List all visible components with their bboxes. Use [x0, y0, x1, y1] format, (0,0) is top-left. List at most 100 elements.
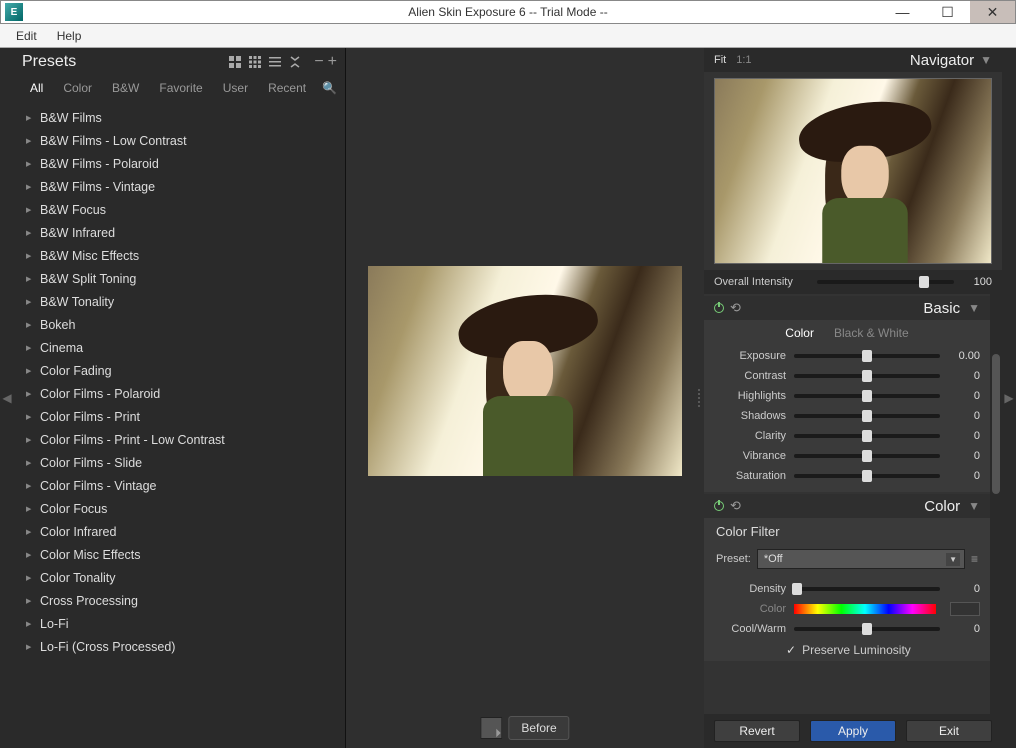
preview-image[interactable] — [368, 266, 682, 476]
chevron-down-icon[interactable]: ▼ — [968, 301, 980, 315]
adjustments-panel: Fit 1:1 Navigator ▼ Overall Intensity 10… — [704, 48, 1002, 748]
preset-folder[interactable]: Lo-Fi (Cross Processed) — [14, 635, 345, 658]
density-value: 0 — [948, 583, 980, 595]
reset-icon[interactable]: ⟲ — [730, 498, 741, 514]
navigator-preview[interactable] — [714, 78, 992, 264]
slider-value: 0 — [948, 430, 980, 442]
reset-icon[interactable]: ⟲ — [730, 300, 741, 316]
before-button[interactable]: Before — [508, 716, 569, 740]
zoom-fit[interactable]: Fit — [714, 54, 726, 66]
vibrance-slider[interactable] — [794, 454, 940, 458]
preset-folder[interactable]: Color Films - Print — [14, 405, 345, 428]
chevron-down-icon[interactable]: ▼ — [980, 53, 992, 67]
preset-folder[interactable]: Color Films - Print - Low Contrast — [14, 428, 345, 451]
tab-favorite[interactable]: Favorite — [151, 79, 210, 97]
minimize-button[interactable]: — — [880, 1, 925, 23]
saturation-slider[interactable] — [794, 474, 940, 478]
slider-label: Shadows — [714, 410, 786, 422]
slider-label: Vibrance — [714, 450, 786, 462]
preset-folder[interactable]: Color Films - Vintage — [14, 474, 345, 497]
preset-folder[interactable]: B&W Films - Low Contrast — [14, 129, 345, 152]
collapse-right-handle[interactable]: ▶ — [1002, 48, 1016, 748]
remove-preset-icon[interactable]: − — [314, 55, 323, 69]
preset-folder[interactable]: Color Infrared — [14, 520, 345, 543]
slider-label: Clarity — [714, 430, 786, 442]
preset-folder[interactable]: B&W Tonality — [14, 290, 345, 313]
collapse-left-handle[interactable]: ◀ — [0, 48, 14, 748]
color-hue-slider[interactable] — [794, 604, 936, 614]
preset-folder[interactable]: B&W Films — [14, 106, 345, 129]
apply-button[interactable]: Apply — [810, 720, 896, 742]
power-icon[interactable] — [714, 501, 724, 511]
preset-folder[interactable]: Color Tonality — [14, 566, 345, 589]
preview-panel: Before — [346, 48, 704, 748]
preset-folder[interactable]: B&W Infrared — [14, 221, 345, 244]
tab-recent[interactable]: Recent — [260, 79, 314, 97]
color-swatch[interactable] — [950, 602, 980, 616]
scrollbar[interactable] — [990, 294, 1002, 714]
preset-folder[interactable]: Lo-Fi — [14, 612, 345, 635]
search-icon[interactable]: 🔍 — [322, 81, 337, 95]
color-preset-select[interactable]: *Off — [757, 549, 965, 569]
preset-folder[interactable]: Color Films - Polaroid — [14, 382, 345, 405]
contrast-slider[interactable] — [794, 374, 940, 378]
menu-edit[interactable]: Edit — [6, 26, 47, 46]
slider-value: 0 — [948, 410, 980, 422]
tab-all[interactable]: All — [22, 79, 51, 97]
menu-help[interactable]: Help — [47, 26, 92, 46]
close-button[interactable]: ✕ — [970, 1, 1015, 23]
preset-folder[interactable]: B&W Films - Polaroid — [14, 152, 345, 175]
coolwarm-label: Cool/Warm — [714, 623, 786, 635]
navigator-title: Navigator — [910, 52, 974, 69]
preset-folder[interactable]: B&W Misc Effects — [14, 244, 345, 267]
view-small-grid-icon[interactable] — [246, 53, 264, 71]
preserve-luminosity-label: Preserve Luminosity — [802, 643, 911, 657]
coolwarm-slider[interactable] — [794, 627, 940, 631]
revert-button[interactable]: Revert — [714, 720, 800, 742]
preset-folder[interactable]: B&W Split Toning — [14, 267, 345, 290]
preset-folder[interactable]: Cross Processing — [14, 589, 345, 612]
preset-folder[interactable]: B&W Focus — [14, 198, 345, 221]
zoom-1-1[interactable]: 1:1 — [736, 54, 751, 66]
density-slider[interactable] — [794, 587, 940, 591]
view-large-grid-icon[interactable] — [226, 53, 244, 71]
preset-folder[interactable]: B&W Films - Vintage — [14, 175, 345, 198]
tab-bw[interactable]: B&W — [104, 79, 147, 97]
slider-value: 0 — [948, 390, 980, 402]
chevron-down-icon[interactable]: ▼ — [968, 499, 980, 513]
preset-label: Preset: — [716, 553, 751, 565]
tab-basic-color[interactable]: Color — [785, 326, 814, 340]
presets-title: Presets — [22, 53, 226, 71]
preset-list[interactable]: B&W FilmsB&W Films - Low ContrastB&W Fil… — [14, 100, 345, 748]
background-color-picker[interactable] — [480, 717, 502, 739]
slider-value: 0.00 — [948, 350, 980, 362]
preset-folder[interactable]: Color Misc Effects — [14, 543, 345, 566]
preset-folder[interactable]: Bokeh — [14, 313, 345, 336]
tab-color[interactable]: Color — [55, 79, 100, 97]
power-icon[interactable] — [714, 303, 724, 313]
clarity-slider[interactable] — [794, 434, 940, 438]
panel-resize-handle[interactable] — [694, 385, 704, 411]
preset-folder[interactable]: Color Fading — [14, 359, 345, 382]
titlebar: E Alien Skin Exposure 6 -- Trial Mode --… — [0, 0, 1016, 24]
add-preset-icon[interactable]: + — [328, 55, 337, 69]
tab-user[interactable]: User — [215, 79, 256, 97]
shadows-slider[interactable] — [794, 414, 940, 418]
preset-menu-icon[interactable]: ≡ — [971, 552, 978, 566]
highlights-slider[interactable] — [794, 394, 940, 398]
exposure-slider[interactable] — [794, 354, 940, 358]
preset-folder[interactable]: Cinema — [14, 336, 345, 359]
tab-basic-bw[interactable]: Black & White — [834, 326, 909, 340]
overall-intensity-label: Overall Intensity — [714, 276, 809, 288]
overall-intensity-slider[interactable] — [817, 280, 954, 284]
slider-label: Saturation — [714, 470, 786, 482]
view-list-icon[interactable] — [266, 53, 284, 71]
preset-folder[interactable]: Color Films - Slide — [14, 451, 345, 474]
view-collapse-icon[interactable] — [286, 53, 304, 71]
maximize-button[interactable]: ☐ — [925, 1, 970, 23]
basic-title: Basic — [923, 300, 960, 317]
preset-folder[interactable]: Color Focus — [14, 497, 345, 520]
exit-button[interactable]: Exit — [906, 720, 992, 742]
presets-panel: Presets − + All Color B&W Favorite User … — [14, 48, 346, 748]
preserve-luminosity-checkbox[interactable]: ✓ — [786, 643, 796, 657]
